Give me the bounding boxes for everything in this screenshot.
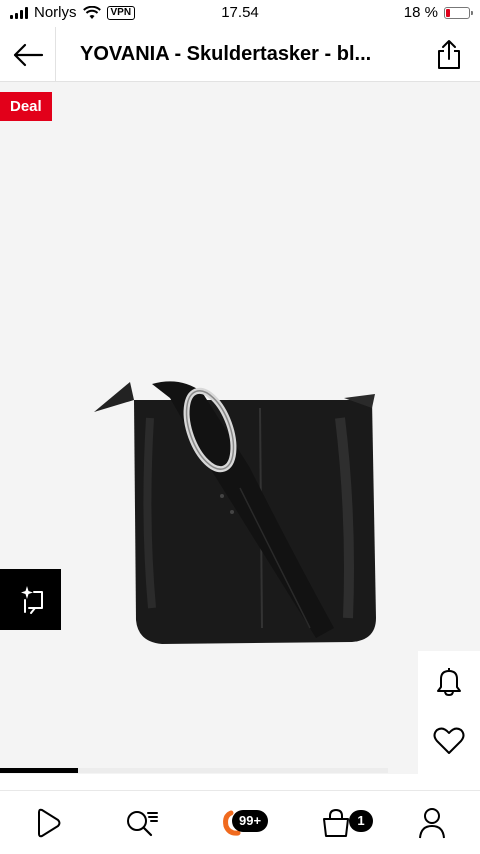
nav-profile[interactable] bbox=[410, 805, 454, 841]
profile-icon bbox=[419, 808, 445, 839]
nav-play[interactable] bbox=[26, 805, 70, 841]
basket-badge: 1 bbox=[349, 810, 373, 832]
battery-percent: 18 % bbox=[403, 4, 438, 21]
play-icon bbox=[38, 808, 61, 838]
share-button[interactable] bbox=[434, 37, 464, 71]
page-title: YOVANIA - Skuldertasker - bl... bbox=[80, 43, 372, 65]
bottom-navigation: 99+ 1 bbox=[0, 790, 480, 854]
search-list-icon bbox=[127, 811, 158, 837]
image-progress-indicator bbox=[0, 768, 78, 773]
share-icon bbox=[438, 40, 460, 69]
wishlist-button[interactable] bbox=[418, 711, 480, 771]
notify-button[interactable] bbox=[418, 651, 480, 711]
battery-icon bbox=[444, 6, 473, 19]
nav-search[interactable] bbox=[120, 805, 164, 841]
bell-icon bbox=[437, 668, 461, 696]
basket-icon bbox=[323, 808, 349, 837]
product-image[interactable] bbox=[90, 378, 380, 658]
battery-level bbox=[446, 8, 450, 17]
top-app-bar: YOVANIA - Skuldertasker - bl... bbox=[0, 27, 480, 82]
notifications-badge: 99+ bbox=[232, 810, 269, 832]
sparkle-crop-icon bbox=[20, 585, 43, 614]
image-progress-track bbox=[0, 768, 388, 773]
status-bar: Norlys VPN 17.54 18 % bbox=[0, 0, 480, 27]
visual-search-button[interactable] bbox=[0, 569, 61, 630]
product-image-gallery[interactable]: Deal bbox=[0, 82, 480, 774]
back-button[interactable] bbox=[0, 27, 56, 82]
status-right: 18 % bbox=[403, 4, 473, 21]
side-action-panel bbox=[418, 651, 480, 774]
heart-icon bbox=[433, 727, 465, 754]
arrow-left-icon bbox=[13, 43, 43, 66]
deal-badge: Deal bbox=[0, 92, 52, 121]
